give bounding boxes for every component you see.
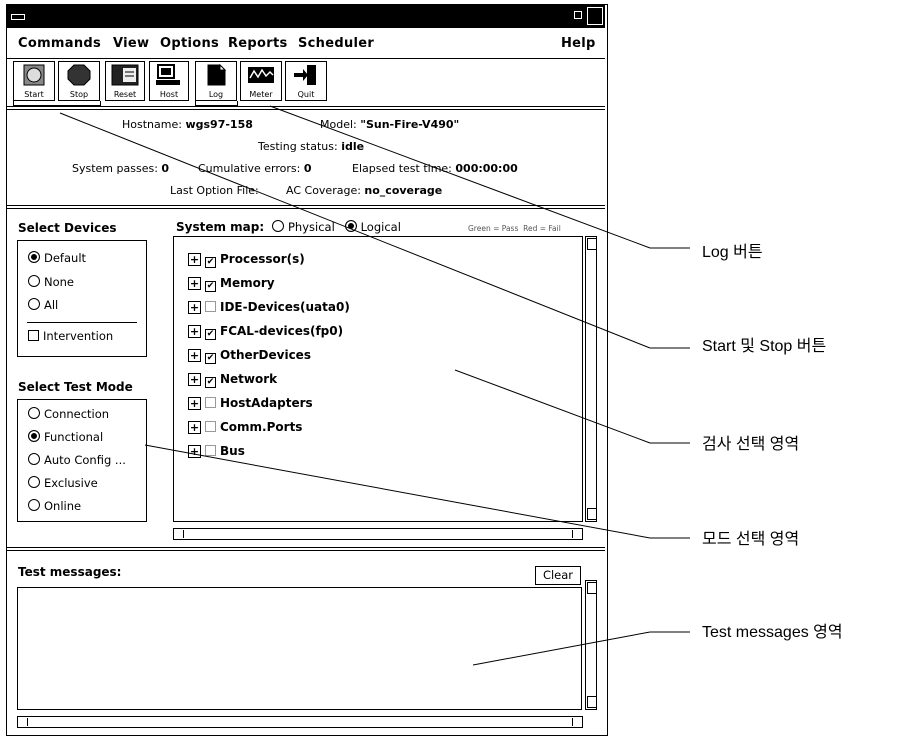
annotation-mode-select: 모드 선택 영역 [702,531,800,548]
annotation-test-messages: Test messages 영역 [702,624,843,641]
annotation-test-select: 검사 선택 영역 [702,436,800,453]
annotation-log-button: Log 버튼 [702,244,763,261]
annotation-start-stop: Start 및 Stop 버튼 [702,338,827,355]
